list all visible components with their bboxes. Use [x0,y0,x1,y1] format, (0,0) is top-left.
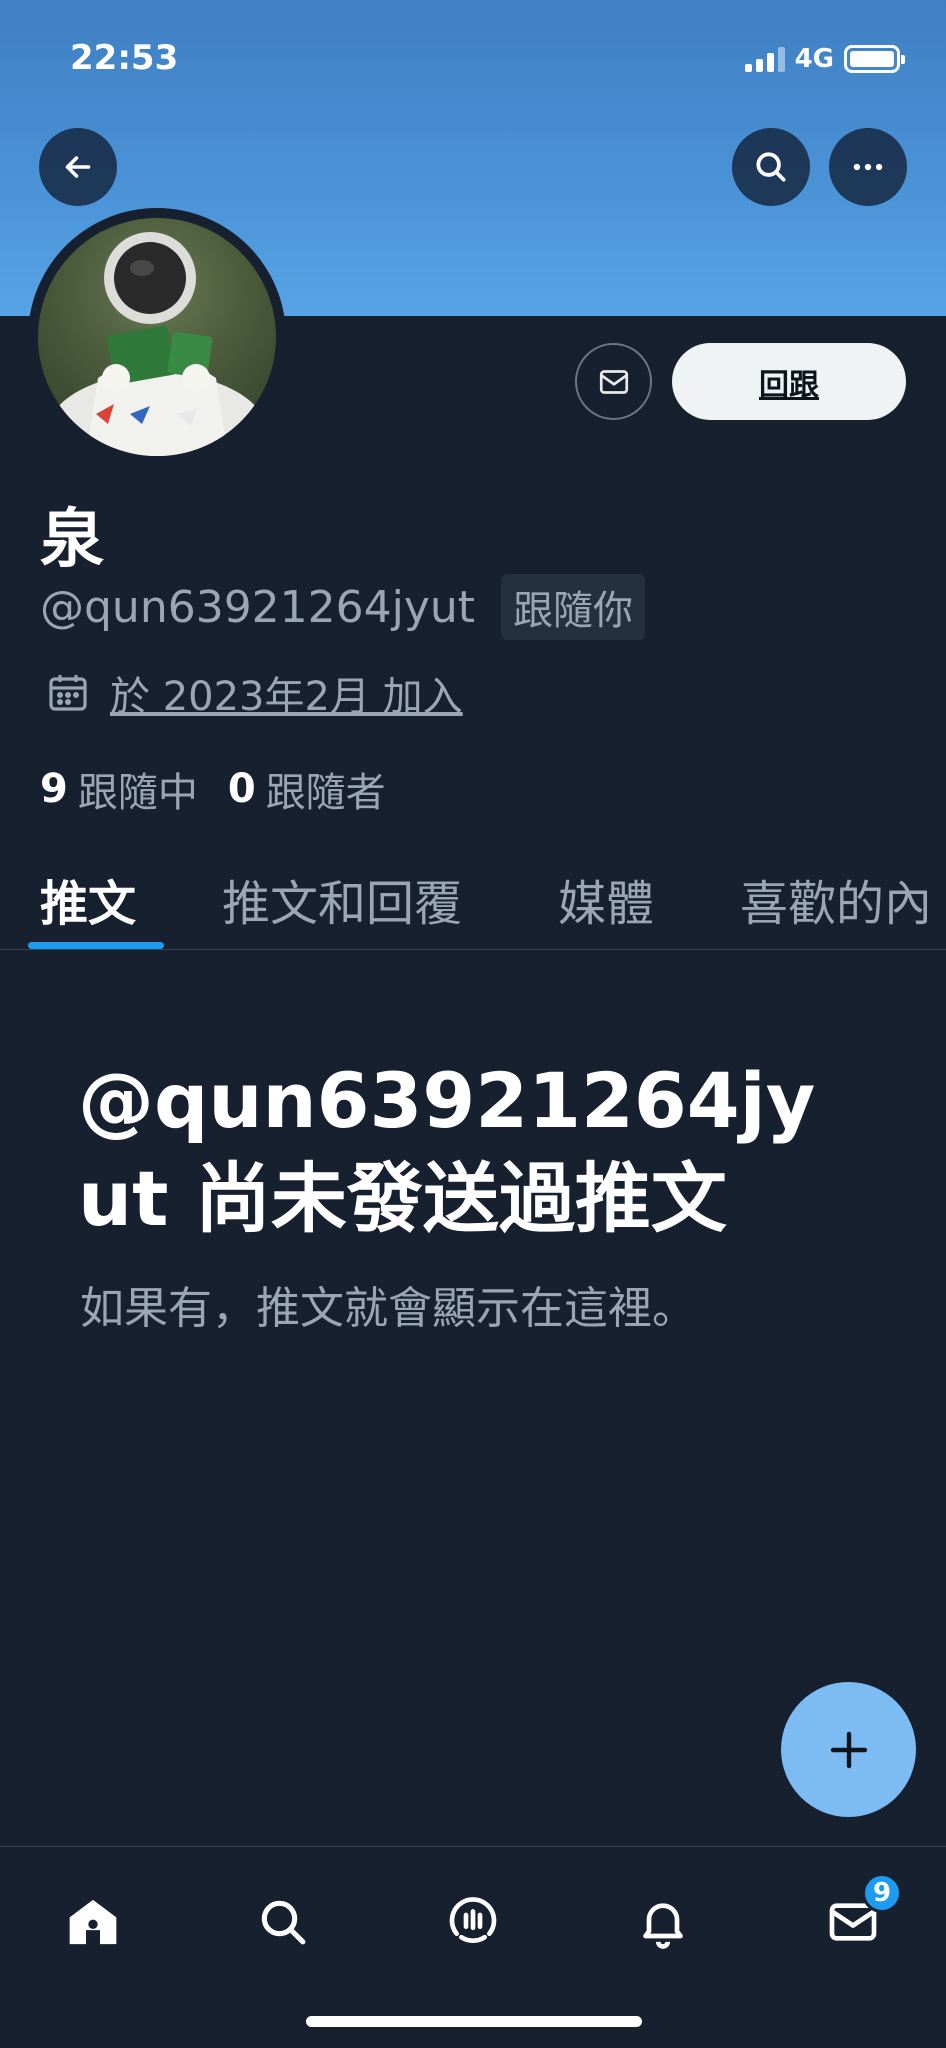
nav-spaces[interactable] [438,1887,508,1957]
followers-count[interactable]: 0 [228,766,256,812]
joined-row: 於 2023年2月 加入 [44,664,463,722]
tab-media[interactable]: 媒體 [558,864,654,934]
following-label[interactable]: 跟隨中 [78,760,198,818]
search-icon [261,1900,306,1945]
status-time: 22:53 [70,38,179,78]
display-name: 泉 [40,503,104,577]
handle: @qun63921264jyut [40,581,476,633]
spaces-icon [449,1897,497,1943]
signal-icon [744,46,785,72]
arrow-left-icon [65,156,91,178]
messages-badge: 9 [862,1873,902,1913]
joined-date[interactable]: 於 2023年2月 加入 [110,664,463,722]
network-type: 4G [794,44,834,74]
nav-home[interactable] [58,1887,128,1957]
follow-stats: 9 跟隨中 0 跟隨者 [40,760,386,818]
nav-notifications[interactable] [628,1887,698,1957]
handle-row: @qun63921264jyut 跟隨你 [40,574,646,640]
empty-state-title: @qun63921264jyut 尚未發送過推文 [78,1056,816,1243]
profile-tabs: 推文 推文和回覆 媒體 喜歡的內 [0,826,946,950]
avatar[interactable] [28,208,286,466]
tab-likes[interactable]: 喜歡的內 [740,864,932,934]
search-button[interactable] [732,128,810,206]
mail-icon [599,369,628,394]
tab-tweets[interactable]: 推文 [40,864,136,934]
calendar-icon [49,675,87,711]
home-icon [69,1899,117,1945]
message-button[interactable] [575,343,652,420]
follow-back-button[interactable]: 回跟 [672,343,906,420]
more-button[interactable] [829,128,907,206]
empty-state-subtitle: 如果有，推文就會顯示在這裡。 [80,1283,696,1334]
active-tab-indicator [28,942,164,949]
followers-label[interactable]: 跟隨者 [266,760,386,818]
nav-messages[interactable]: 9 [818,1873,902,1957]
nav-search[interactable] [248,1887,318,1957]
status-indicators: 4G [744,44,905,74]
search-icon [756,152,786,182]
compose-tweet-button[interactable] [781,1682,916,1817]
astronaut-avatar-image [38,218,276,456]
plus-icon [830,1731,867,1768]
following-count[interactable]: 9 [40,766,68,812]
more-icon [853,163,883,171]
home-indicator[interactable] [306,2016,642,2027]
notifications-icon [643,1903,683,1949]
back-button[interactable] [39,128,117,206]
battery-icon [844,45,905,73]
tab-tweets-and-replies[interactable]: 推文和回覆 [222,864,462,934]
follows-you-badge: 跟隨你 [501,574,646,640]
